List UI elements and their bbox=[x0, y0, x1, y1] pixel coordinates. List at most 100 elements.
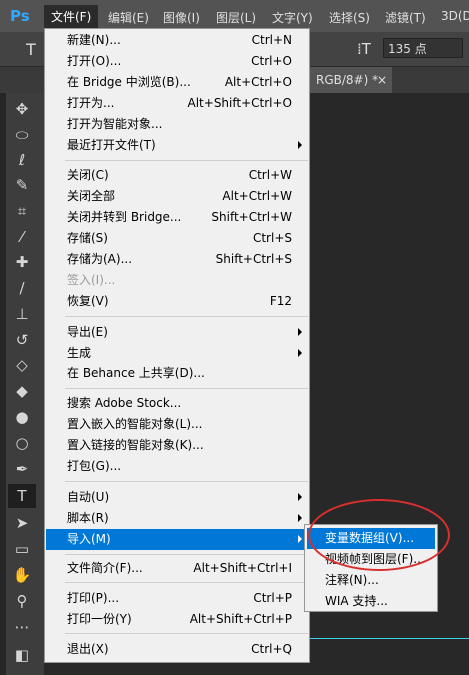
menu-item-label: 文件简介(F)... bbox=[67, 561, 143, 575]
menu-item-package[interactable]: 打包(G)... bbox=[46, 456, 308, 477]
menu-separator bbox=[65, 481, 308, 482]
menu-separator bbox=[65, 388, 308, 389]
menu-item-open-smart-object[interactable]: 打开为智能对象... bbox=[46, 114, 308, 135]
more-tools-icon[interactable]: ⋯ bbox=[8, 615, 36, 639]
menu-layer[interactable]: 图层(L) bbox=[216, 9, 256, 26]
menu-item-share-behance[interactable]: 在 Behance 上共享(D)... bbox=[46, 363, 308, 384]
lasso-tool-icon[interactable]: ℓ bbox=[8, 148, 36, 172]
menu-item-label: 自动(U) bbox=[67, 490, 110, 504]
menu-item-shortcut: Ctrl+N bbox=[251, 33, 292, 47]
hand-tool-icon[interactable]: ✋ bbox=[8, 563, 36, 587]
bucket-tool-icon[interactable]: ◆ bbox=[8, 379, 36, 403]
menu-item-revert[interactable]: 恢复(V) F12 bbox=[46, 291, 308, 312]
document-tab[interactable]: RGB/8#) * × bbox=[300, 67, 392, 93]
menu-item-browse-bridge[interactable]: 在 Bridge 中浏览(B)... Alt+Ctrl+O bbox=[46, 72, 308, 93]
menu-item-label: 置入嵌入的智能对象(L)... bbox=[67, 417, 203, 431]
eyedropper-tool-icon[interactable]: ⁄ bbox=[8, 225, 36, 249]
eraser-tool-icon[interactable]: ◇ bbox=[8, 353, 36, 377]
menu-item-label: 关闭(C) bbox=[67, 168, 109, 182]
menu-item-shortcut: Shift+Ctrl+S bbox=[215, 252, 292, 266]
menu-filter[interactable]: 滤镜(T) bbox=[385, 9, 426, 26]
menu-item-new[interactable]: 新建(N)... Ctrl+N bbox=[46, 30, 308, 51]
marquee-tool-icon[interactable]: ⬭ bbox=[8, 123, 36, 147]
color-swatches-icon[interactable]: ◧ bbox=[8, 643, 36, 667]
menu-item-print[interactable]: 打印(P)... Ctrl+P bbox=[46, 588, 308, 609]
menu-item-label: 打开为智能对象... bbox=[67, 117, 163, 131]
type-tool-preset-icon[interactable]: T bbox=[26, 40, 36, 59]
menu-item-label: 存储为(A)... bbox=[67, 252, 133, 266]
menu-separator bbox=[65, 554, 308, 555]
blur-tool-icon[interactable]: ● bbox=[8, 405, 36, 429]
move-tool-icon[interactable]: ✥ bbox=[8, 97, 36, 121]
quick-select-tool-icon[interactable]: ✎ bbox=[8, 173, 36, 197]
menu-item-scripts[interactable]: 脚本(R) bbox=[46, 508, 308, 529]
menu-item-label: 打印一份(Y) bbox=[67, 612, 132, 626]
menu-item-shortcut: Ctrl+W bbox=[248, 168, 292, 182]
red-annotation-ellipse bbox=[308, 499, 450, 571]
menu-type[interactable]: 文字(Y) bbox=[272, 9, 313, 26]
menu-edit[interactable]: 编辑(E) bbox=[108, 9, 149, 26]
menu-item-close-all[interactable]: 关闭全部 Alt+Ctrl+W bbox=[46, 186, 308, 207]
menu-separator bbox=[65, 316, 308, 317]
menu-item-open[interactable]: 打开(O)... Ctrl+O bbox=[46, 51, 308, 72]
menu-item-label: 签入(I)... bbox=[67, 273, 116, 287]
menu-image[interactable]: 图像(I) bbox=[163, 9, 200, 26]
path-select-tool-icon[interactable]: ➤ bbox=[8, 511, 36, 535]
menu-item-automate[interactable]: 自动(U) bbox=[46, 487, 308, 508]
menu-item-label: 恢复(V) bbox=[67, 294, 109, 308]
menu-file[interactable]: 文件(F) bbox=[44, 5, 99, 28]
menu-separator bbox=[65, 633, 308, 634]
submenu-item-notes[interactable]: 注释(N)... bbox=[307, 570, 435, 591]
menu-item-generate[interactable]: 生成 bbox=[46, 343, 308, 364]
pen-tool-icon[interactable]: ✒ bbox=[8, 457, 36, 481]
menu-item-shortcut: Alt+Shift+Ctrl+I bbox=[193, 561, 292, 575]
photoshop-logo: Ps bbox=[10, 7, 30, 25]
dodge-tool-icon[interactable]: ○ bbox=[8, 431, 36, 455]
menu-item-label: 搜索 Adobe Stock... bbox=[67, 396, 182, 410]
menu-3d[interactable]: 3D(D) bbox=[441, 9, 469, 23]
menu-item-place-linked[interactable]: 置入链接的智能对象(K)... bbox=[46, 435, 308, 456]
submenu-item-wia-support[interactable]: WIA 支持... bbox=[307, 591, 435, 612]
menu-item-import[interactable]: 导入(M) bbox=[46, 529, 308, 550]
file-menu: 新建(N)... Ctrl+N 打开(O)... Ctrl+O 在 Bridge 中… bbox=[44, 28, 310, 663]
submenu-arrow-icon bbox=[298, 141, 302, 149]
menu-item-label: 在 Bridge 中浏览(B)... bbox=[67, 75, 191, 89]
submenu-arrow-icon bbox=[298, 349, 302, 357]
history-brush-tool-icon[interactable]: ↺ bbox=[8, 328, 36, 352]
rectangle-tool-icon[interactable]: ▭ bbox=[8, 537, 36, 561]
menu-item-save-as[interactable]: 存储为(A)... Shift+Ctrl+S bbox=[46, 249, 308, 270]
menu-item-label: 生成 bbox=[67, 346, 92, 360]
menu-item-export[interactable]: 导出(E) bbox=[46, 322, 308, 343]
healing-tool-icon[interactable]: ✚ bbox=[8, 250, 36, 274]
submenu-arrow-icon bbox=[298, 535, 302, 543]
close-icon[interactable]: × bbox=[377, 67, 387, 93]
menu-item-search-stock[interactable]: 搜索 Adobe Stock... bbox=[46, 393, 308, 414]
font-size-field[interactable]: 135 点 bbox=[383, 38, 463, 58]
menu-item-place-embedded[interactable]: 置入嵌入的智能对象(L)... bbox=[46, 414, 308, 435]
text-orientation-icon[interactable]: ⁞T bbox=[357, 40, 371, 58]
menu-item-exit[interactable]: 退出(X) Ctrl+Q bbox=[46, 639, 308, 660]
menu-item-label: 在 Behance 上共享(D)... bbox=[67, 366, 205, 380]
zoom-tool-icon[interactable]: ⚲ bbox=[8, 589, 36, 613]
crop-tool-icon[interactable]: ⌗ bbox=[8, 199, 36, 223]
menu-item-file-info[interactable]: 文件简介(F)... Alt+Shift+Ctrl+I bbox=[46, 558, 308, 579]
menu-item-recent-files[interactable]: 最近打开文件(T) bbox=[46, 135, 308, 156]
menu-item-shortcut: Alt+Ctrl+W bbox=[222, 189, 292, 203]
menu-item-shortcut: Alt+Ctrl+O bbox=[224, 75, 292, 89]
menu-item-label: 关闭全部 bbox=[67, 189, 116, 203]
left-edge-strip bbox=[0, 93, 6, 675]
menu-item-print-one-copy[interactable]: 打印一份(Y) Alt+Shift+Ctrl+P bbox=[46, 609, 308, 630]
menu-select[interactable]: 选择(S) bbox=[329, 9, 370, 26]
menu-item-open-as[interactable]: 打开为... Alt+Shift+Ctrl+O bbox=[46, 93, 308, 114]
menu-item-check-in: 签入(I)... bbox=[46, 270, 308, 291]
menu-item-close-go-bridge[interactable]: 关闭并转到 Bridge... Shift+Ctrl+W bbox=[46, 207, 308, 228]
menu-item-shortcut: Ctrl+S bbox=[252, 231, 292, 245]
type-tool-icon[interactable]: T bbox=[8, 484, 36, 508]
menu-item-close[interactable]: 关闭(C) Ctrl+W bbox=[46, 165, 308, 186]
menu-item-save[interactable]: 存储(S) Ctrl+S bbox=[46, 228, 308, 249]
brush-tool-icon[interactable]: ∕ bbox=[8, 276, 36, 300]
menu-item-shortcut: Ctrl+P bbox=[253, 591, 292, 605]
stamp-tool-icon[interactable]: ⊥ bbox=[8, 302, 36, 326]
menu-item-shortcut: Alt+Shift+Ctrl+O bbox=[187, 96, 292, 110]
tools-panel: ✥ ⬭ ℓ ✎ ⌗ ⁄ ✚ ∕ ⊥ ↺ ◇ ◆ ● ○ ✒ T ➤ ▭ ✋ ⚲ … bbox=[0, 93, 44, 675]
